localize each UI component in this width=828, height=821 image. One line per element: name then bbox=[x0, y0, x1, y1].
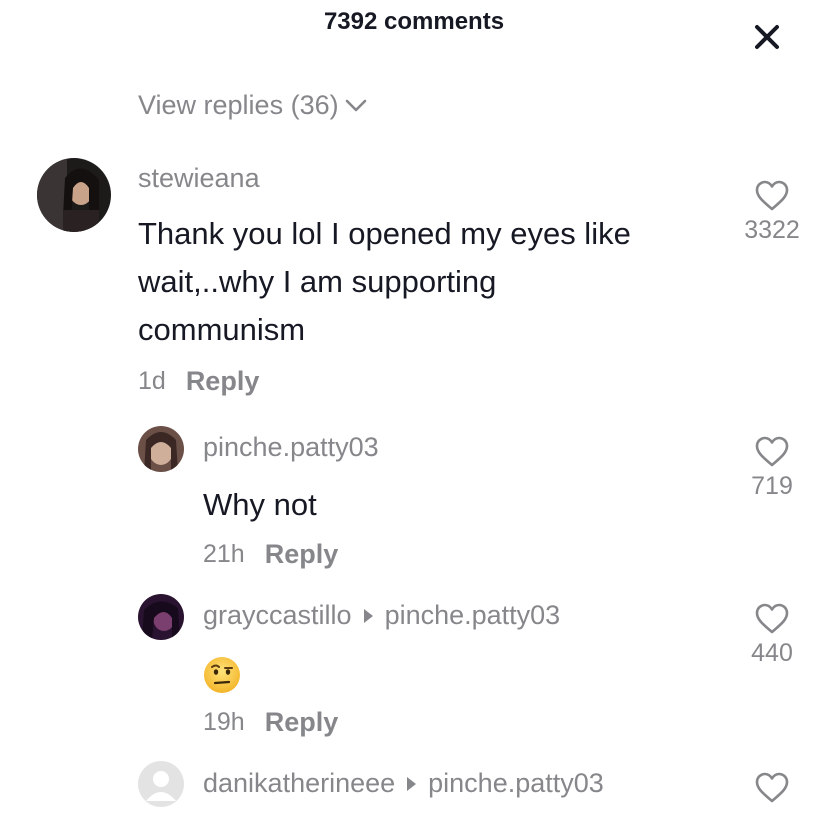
reply-username[interactable]: pinche.patty03 bbox=[203, 432, 379, 463]
avatar[interactable] bbox=[138, 761, 184, 807]
like-button[interactable]: 719 bbox=[736, 436, 808, 501]
like-button[interactable]: 440 bbox=[736, 603, 808, 668]
reply-arrow-icon bbox=[363, 608, 373, 623]
avatar[interactable] bbox=[37, 158, 111, 232]
comment-time: 1d bbox=[138, 367, 166, 395]
reply-text: Why not bbox=[203, 487, 317, 522]
like-button[interactable]: 3322 bbox=[736, 180, 808, 245]
view-replies-label: View replies (36) bbox=[138, 90, 339, 120]
reply-username[interactable]: danikatherineee bbox=[203, 768, 395, 799]
reply-time: 19h bbox=[203, 708, 245, 736]
comment-text-line: wait,..why I am supporting bbox=[138, 264, 497, 299]
close-button[interactable] bbox=[746, 16, 788, 58]
comment-text: Thank you lol I opened my eyes like wait… bbox=[138, 210, 631, 354]
comment-text-line: communism bbox=[138, 312, 306, 347]
raised-eyebrow-emoji-icon bbox=[204, 657, 240, 693]
reply-username-line: danikatherineee pinche.patty03 bbox=[203, 768, 604, 799]
reply-button[interactable]: Reply bbox=[186, 366, 260, 397]
like-count: 3322 bbox=[744, 216, 800, 244]
reply-emoji: 🤨 bbox=[203, 656, 241, 694]
reply-username-line: grayccastillo pinche.patty03 bbox=[203, 600, 560, 631]
reply-meta: 21h Reply bbox=[203, 539, 338, 570]
reply-button[interactable]: Reply bbox=[265, 539, 339, 570]
reply-button[interactable]: Reply bbox=[265, 707, 339, 738]
like-count: 719 bbox=[751, 472, 793, 500]
reply-username[interactable]: grayccastillo bbox=[203, 600, 352, 631]
close-icon bbox=[755, 25, 779, 49]
view-replies-button[interactable]: View replies (36) bbox=[138, 90, 367, 121]
reply-arrow-icon bbox=[407, 776, 417, 791]
chevron-down-icon bbox=[345, 99, 366, 111]
heart-icon bbox=[755, 772, 789, 803]
comment-meta: 1d Reply bbox=[138, 366, 259, 397]
like-count: 440 bbox=[751, 639, 793, 667]
heart-icon bbox=[755, 603, 789, 634]
comment-username[interactable]: stewieana bbox=[138, 163, 260, 194]
comments-count-title: 7392 comments bbox=[323, 8, 505, 35]
like-button[interactable] bbox=[736, 772, 808, 804]
heart-icon bbox=[755, 180, 789, 211]
comment-text-line: Thank you lol I opened my eyes like bbox=[138, 216, 631, 251]
reply-time: 21h bbox=[203, 540, 245, 568]
reply-meta: 19h Reply bbox=[203, 707, 338, 738]
reply-to-username[interactable]: pinche.patty03 bbox=[428, 768, 604, 799]
heart-icon bbox=[755, 436, 789, 467]
avatar[interactable] bbox=[138, 426, 184, 472]
reply-to-username[interactable]: pinche.patty03 bbox=[385, 600, 561, 631]
avatar[interactable] bbox=[138, 594, 184, 640]
